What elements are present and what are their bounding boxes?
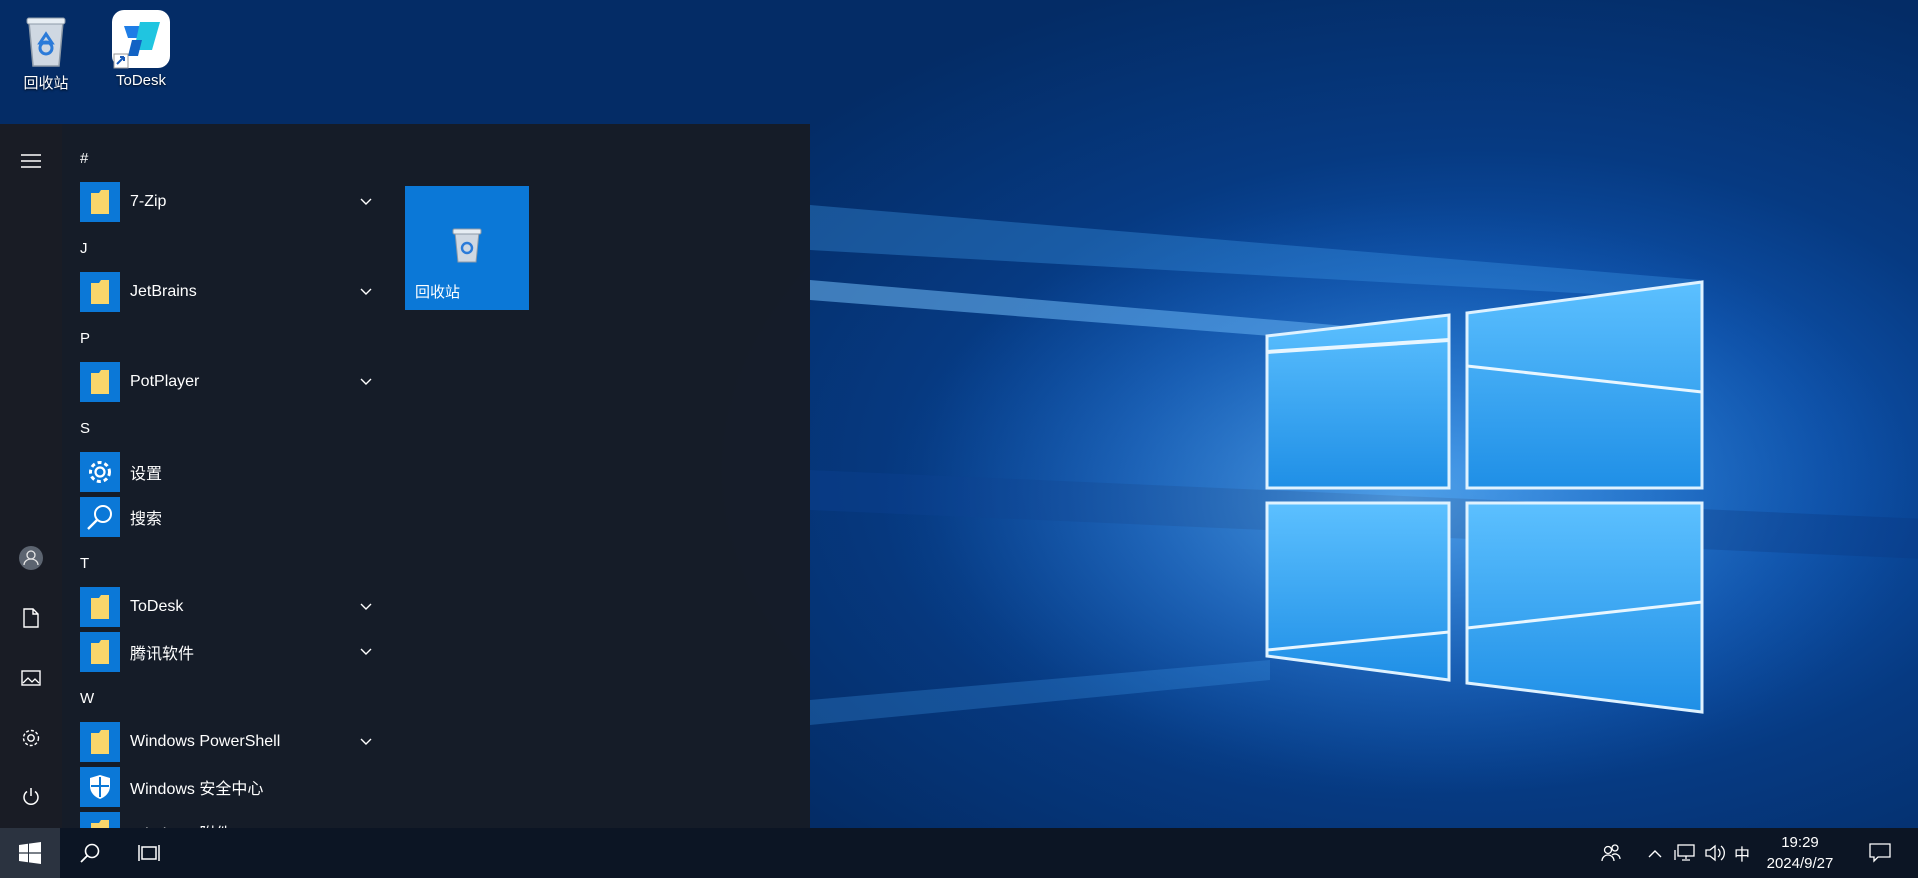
group-letter-w[interactable]: W bbox=[80, 690, 94, 707]
app-label: Windows 安全中心 bbox=[130, 781, 264, 798]
app-label: Windows 附件 bbox=[130, 820, 380, 828]
app-item-tencent[interactable]: 腾讯软件 bbox=[80, 632, 380, 672]
desktop-icon-label: 回收站 bbox=[23, 75, 69, 92]
user-avatar-icon[interactable] bbox=[14, 541, 48, 575]
people-icon[interactable] bbox=[1596, 828, 1626, 878]
pictures-icon[interactable] bbox=[14, 661, 48, 695]
volume-icon[interactable] bbox=[1702, 828, 1728, 878]
windows-logo-icon bbox=[19, 842, 41, 864]
folder-icon bbox=[80, 272, 120, 312]
app-label: 7-Zip bbox=[130, 193, 167, 210]
desktop-icon-todesk[interactable]: ToDesk bbox=[97, 2, 185, 89]
recycle-bin-icon bbox=[449, 224, 485, 269]
chevron-down-icon[interactable] bbox=[352, 368, 380, 396]
app-item-jetbrains[interactable]: JetBrains bbox=[80, 272, 380, 312]
notification-icon[interactable] bbox=[1862, 828, 1898, 878]
search-icon bbox=[80, 497, 120, 537]
group-letter-p[interactable]: P bbox=[80, 330, 90, 347]
chevron-down-icon[interactable] bbox=[352, 728, 380, 756]
app-item-settings[interactable]: 设置 bbox=[80, 452, 380, 492]
app-item-powershell[interactable]: Windows PowerShell bbox=[80, 722, 380, 762]
network-icon[interactable] bbox=[1672, 828, 1698, 878]
app-item-windows-security[interactable]: Windows 安全中心 bbox=[80, 767, 380, 807]
clock-time: 19:29 bbox=[1781, 834, 1819, 851]
folder-icon bbox=[80, 722, 120, 762]
clock-date: 2024/9/27 bbox=[1766, 855, 1834, 872]
folder-icon bbox=[80, 812, 120, 828]
task-view-icon bbox=[138, 845, 160, 861]
app-label: JetBrains bbox=[130, 283, 197, 300]
todesk-icon bbox=[110, 8, 172, 70]
start-menu: # 7-Zip J JetBrains P PotPlayer S 设置 搜索 … bbox=[0, 124, 810, 828]
app-label: ToDesk bbox=[130, 598, 184, 615]
document-icon[interactable] bbox=[14, 601, 48, 635]
tray-clock[interactable]: 19:29 2024/9/27 bbox=[1758, 832, 1842, 874]
ime-indicator[interactable]: 中 bbox=[1734, 828, 1750, 878]
desktop-icon-label: ToDesk bbox=[115, 72, 167, 89]
start-button[interactable] bbox=[0, 828, 60, 878]
gear-icon bbox=[80, 452, 120, 492]
app-item-7zip[interactable]: 7-Zip bbox=[80, 182, 380, 222]
app-list: # 7-Zip J JetBrains P PotPlayer S 设置 搜索 … bbox=[62, 124, 382, 828]
app-item-todesk[interactable]: ToDesk bbox=[80, 587, 380, 627]
app-label: 设置 bbox=[130, 466, 163, 483]
app-item-search[interactable]: 搜索 bbox=[80, 497, 380, 537]
app-label: 搜索 bbox=[130, 511, 163, 528]
app-label: Windows PowerShell bbox=[130, 733, 281, 750]
group-letter-t[interactable]: T bbox=[80, 555, 89, 572]
folder-icon bbox=[80, 182, 120, 222]
chevron-down-icon[interactable] bbox=[352, 593, 380, 621]
tile-recycle-bin[interactable]: 回收站 bbox=[405, 186, 529, 310]
menu-icon[interactable] bbox=[14, 144, 48, 178]
chevron-down-icon[interactable] bbox=[352, 188, 380, 216]
shield-icon bbox=[80, 767, 120, 807]
app-item-windows-accessories[interactable]: Windows 附件 bbox=[80, 812, 380, 828]
chevron-down-icon[interactable] bbox=[352, 278, 380, 306]
search-icon bbox=[80, 843, 100, 863]
chevron-down-icon[interactable] bbox=[352, 638, 380, 666]
task-view-button[interactable] bbox=[132, 828, 168, 878]
taskbar-search-button[interactable] bbox=[72, 828, 108, 878]
chevron-up-icon[interactable] bbox=[1642, 828, 1668, 878]
group-letter-j[interactable]: J bbox=[80, 240, 88, 257]
app-item-potplayer[interactable]: PotPlayer bbox=[80, 362, 380, 402]
app-label: 腾讯软件 bbox=[130, 646, 195, 663]
settings-icon[interactable] bbox=[14, 721, 48, 755]
tile-label: 回收站 bbox=[415, 284, 461, 301]
group-letter-s[interactable]: S bbox=[80, 420, 90, 437]
desktop-icon-recycle-bin[interactable]: 回收站 bbox=[2, 2, 90, 93]
folder-icon bbox=[80, 632, 120, 672]
folder-icon bbox=[80, 587, 120, 627]
recycle-bin-icon bbox=[15, 8, 77, 70]
folder-icon bbox=[80, 362, 120, 402]
taskbar: 中 19:29 2024/9/27 bbox=[0, 828, 1918, 878]
group-letter-hash[interactable]: # bbox=[80, 150, 88, 167]
power-icon[interactable] bbox=[14, 780, 48, 814]
app-label: PotPlayer bbox=[130, 373, 200, 390]
start-menu-rail bbox=[0, 124, 62, 828]
